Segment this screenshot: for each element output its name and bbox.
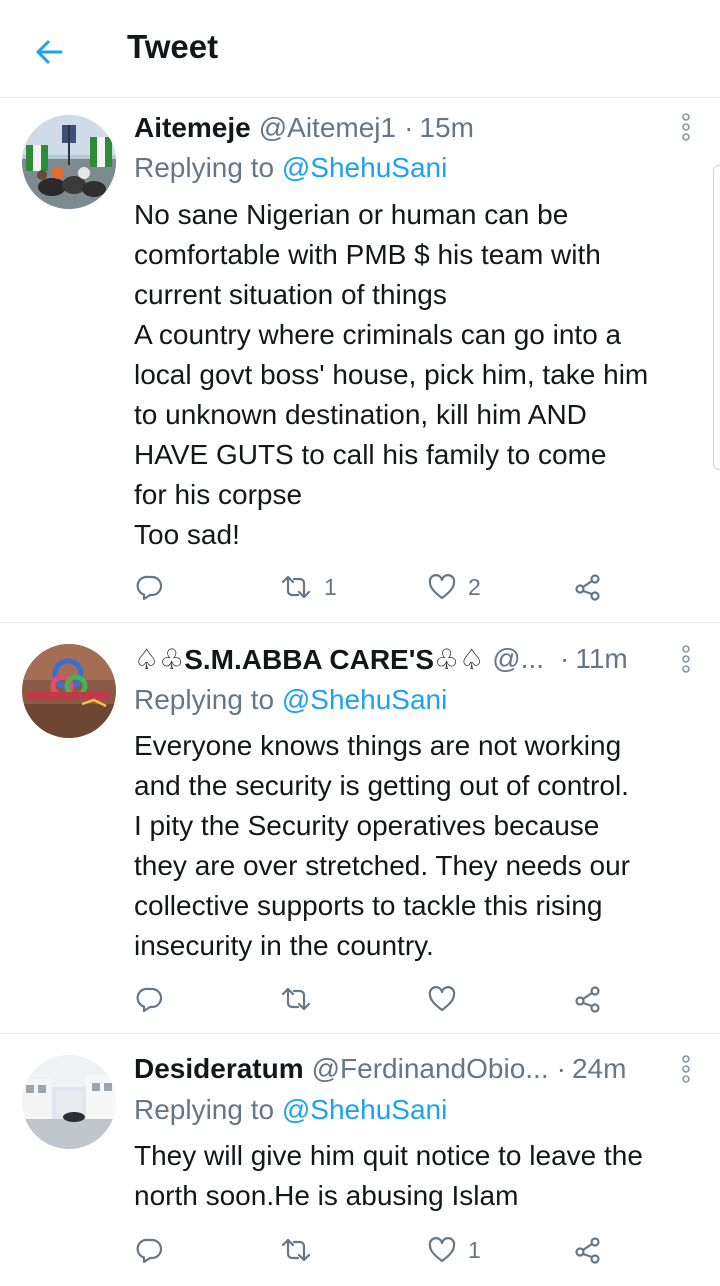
more-options-button[interactable] <box>676 112 696 142</box>
separator-dot: · <box>556 1053 566 1084</box>
tweet-text: No sane Nigerian or human can be comfort… <box>134 195 704 555</box>
page-title: Tweet <box>127 28 219 65</box>
tweet-header: Desideratum @FerdinandObio... · 24m <box>134 1051 626 1087</box>
text-line: No sane Nigerian or human can be <box>134 199 569 230</box>
like-button[interactable]: 2 <box>428 567 481 607</box>
retweet-icon <box>281 1238 311 1262</box>
heart-icon <box>428 1237 456 1263</box>
mention-link[interactable]: @ShehuSani <box>282 684 447 715</box>
heart-icon <box>428 986 456 1012</box>
text-line: north soon.He is abusing Islam <box>134 1180 519 1211</box>
text-line: HAVE GUTS to call his family to come <box>134 439 607 470</box>
mention-link[interactable]: @ShehuSani <box>282 152 447 183</box>
user-handle[interactable]: @FerdinandObio... <box>312 1053 549 1085</box>
text-line: current situation of things <box>134 279 447 310</box>
tweet-text: Everyone knows things are not working an… <box>134 726 704 966</box>
retweet-count: 1 <box>324 573 337 600</box>
like-button[interactable] <box>428 979 468 1019</box>
reply-button[interactable] <box>136 1230 164 1270</box>
text-line: for his corpse <box>134 479 303 510</box>
tweet-reply[interactable]: Aitemeje @Aitemej1 · 15m Replying to @Sh… <box>0 98 720 623</box>
separator-dot: · <box>560 643 570 674</box>
text-line: they are over stretched. They needs our <box>134 850 630 881</box>
replying-to-label: Replying to <box>134 152 275 183</box>
display-name[interactable]: Aitemeje <box>134 112 251 144</box>
tweet-reply[interactable]: ♤♧S.M.ABBA CARE'S♧♤ @... · 11m Replying … <box>0 623 720 1034</box>
more-options-button[interactable] <box>676 1054 696 1084</box>
text-line: to unknown destination, kill him AND <box>134 399 587 430</box>
retweet-icon <box>281 987 311 1011</box>
vertical-dots-icon <box>682 1055 690 1083</box>
heart-icon <box>428 574 456 600</box>
text-line: collective supports to tackle this risin… <box>134 890 603 921</box>
user-handle[interactable]: @... <box>492 643 544 675</box>
tweet-header: ♤♧S.M.ABBA CARE'S♧♤ @... · 11m <box>134 641 628 677</box>
share-icon <box>575 574 600 601</box>
replying-to: Replying to @ShehuSani <box>134 684 447 716</box>
share-button[interactable] <box>574 567 602 607</box>
tweet-actions <box>0 979 720 1019</box>
text-line: and the security is getting out of contr… <box>134 770 629 801</box>
replying-to-label: Replying to <box>134 1094 275 1125</box>
text-line: They will give him quit notice to leave … <box>134 1140 643 1171</box>
text-line: A country where criminals can go into a <box>134 319 622 350</box>
back-button[interactable] <box>22 25 76 79</box>
text-line: local govt boss' house, pick him, take h… <box>134 359 649 390</box>
retweet-button[interactable] <box>280 1230 324 1270</box>
share-button[interactable] <box>574 1230 602 1270</box>
replying-to: Replying to @ShehuSani <box>134 152 447 184</box>
text-line: insecurity in the country. <box>134 930 434 961</box>
reply-icon <box>136 987 163 1013</box>
retweet-button[interactable]: 1 <box>280 567 337 607</box>
like-button[interactable]: 1 <box>428 1230 481 1270</box>
vertical-dots-icon <box>682 645 690 673</box>
timestamp: 15m <box>419 112 474 143</box>
share-button[interactable] <box>574 979 602 1019</box>
separator-dot: · <box>404 112 414 143</box>
tweet-reply[interactable]: Desideratum @FerdinandObio... · 24m Repl… <box>0 1034 720 1286</box>
reply-button[interactable] <box>136 979 164 1019</box>
share-icon <box>575 1237 600 1264</box>
retweet-button[interactable] <box>280 979 324 1019</box>
text-line: I pity the Security operatives because <box>134 810 600 841</box>
reply-icon <box>136 575 163 601</box>
text-line: Everyone knows things are not working <box>134 730 622 761</box>
avatar[interactable] <box>22 115 116 209</box>
tweet-text: They will give him quit notice to leave … <box>134 1136 704 1216</box>
display-name[interactable]: ♤♧S.M.ABBA CARE'S♧♤ <box>134 643 484 676</box>
more-options-button[interactable] <box>676 644 696 674</box>
text-line: Too sad! <box>134 519 240 550</box>
arrow-left-icon <box>36 40 63 64</box>
like-count: 1 <box>468 1236 481 1263</box>
text-line: comfortable with PMB $ his team with <box>134 239 601 270</box>
avatar[interactable] <box>22 644 116 738</box>
display-name[interactable]: Desideratum <box>134 1053 304 1085</box>
tweet-header: Aitemeje @Aitemej1 · 15m <box>134 110 474 146</box>
timestamp: 24m <box>571 1053 627 1084</box>
share-icon <box>575 986 600 1013</box>
mention-link[interactable]: @ShehuSani <box>282 1094 447 1125</box>
user-handle[interactable]: @Aitemej1 <box>259 112 396 144</box>
vertical-dots-icon <box>682 113 690 141</box>
retweet-icon <box>281 575 311 599</box>
tweet-actions: 1 2 <box>0 567 720 607</box>
top-app-bar: Tweet <box>0 0 720 98</box>
reply-icon <box>136 1238 163 1264</box>
like-count: 2 <box>468 573 481 600</box>
reply-button[interactable] <box>136 567 164 607</box>
replying-to-label: Replying to <box>134 684 275 715</box>
avatar[interactable] <box>22 1055 116 1149</box>
replying-to: Replying to @ShehuSani <box>134 1094 447 1126</box>
tweet-actions: 1 <box>0 1230 720 1270</box>
timestamp: 11m <box>575 643 628 674</box>
